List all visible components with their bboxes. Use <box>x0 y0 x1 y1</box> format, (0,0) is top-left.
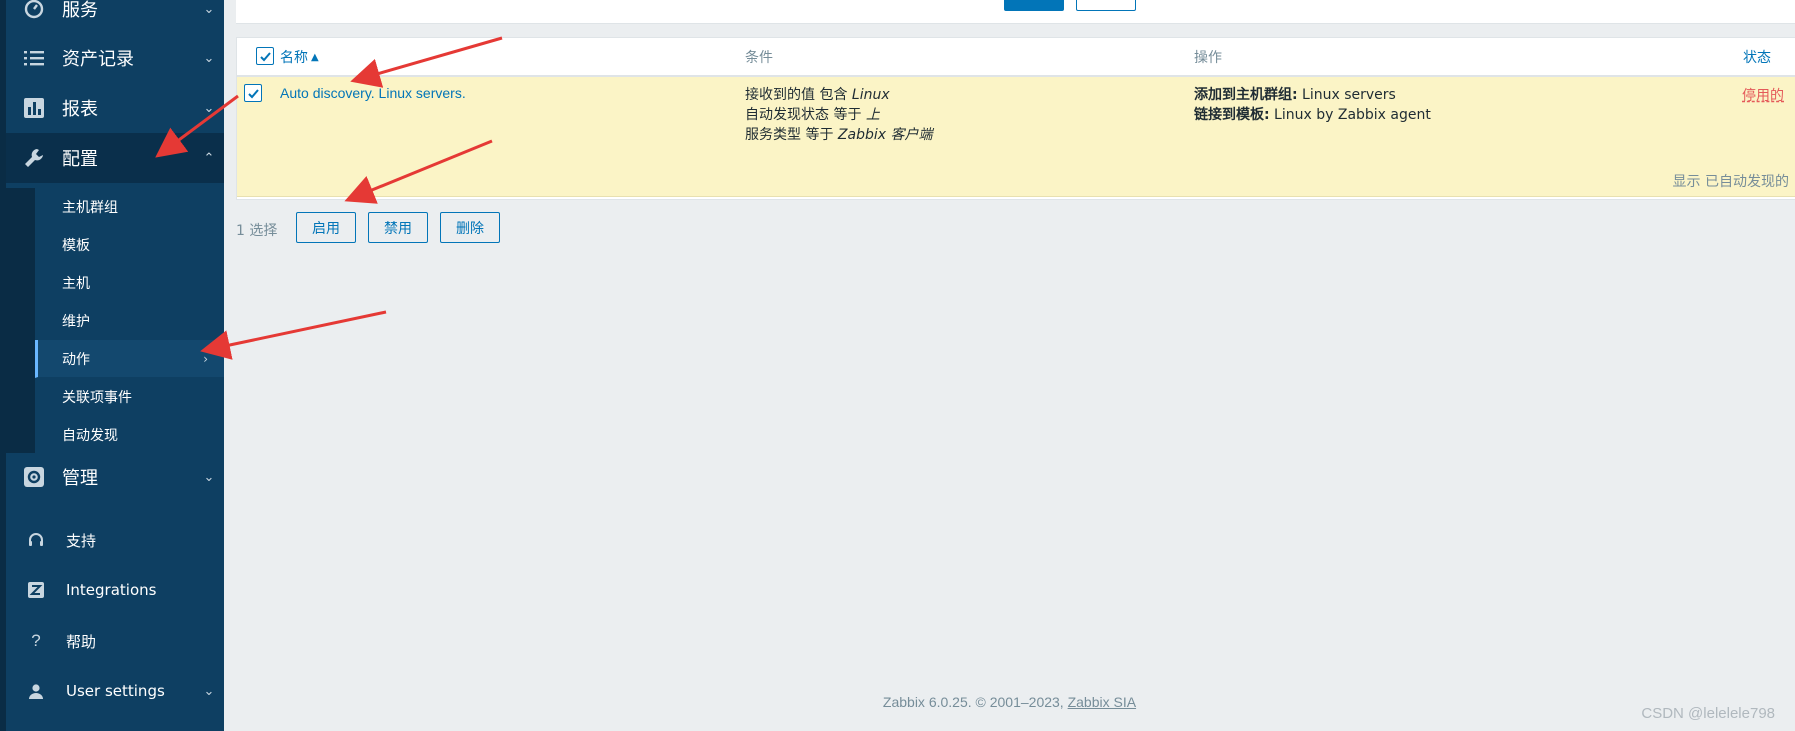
nav-support[interactable]: 支持 <box>6 517 224 563</box>
chevron-right-icon: › <box>203 351 208 366</box>
condition-line: 接收到的值 包含 Linux <box>745 84 890 104</box>
select-all-checkbox[interactable] <box>256 47 274 65</box>
condition-text: 自动发现状态 等于 <box>745 107 866 123</box>
nav-user-settings[interactable]: User settings ⌄ <box>6 668 224 714</box>
nav-configuration-label: 配置 <box>62 149 98 170</box>
bar-chart-icon <box>6 97 62 119</box>
nav-integrations[interactable]: Integrations <box>6 567 224 613</box>
operation-value: Linux servers <box>1297 87 1396 103</box>
status-toggle-link[interactable]: 停用的 <box>1742 85 1784 105</box>
checkmark-icon <box>259 51 271 61</box>
sidebar: 服务 ⌄ 资产记录 ⌄ 报表 ⌄ 配置 ⌃ 主机群组 模板 主机 维护 动作 › … <box>0 0 224 731</box>
nav-configuration[interactable]: 配置 ⌃ <box>6 133 224 183</box>
watermark: CSDN @lelelele798 <box>1641 705 1775 722</box>
condition-value: Linux <box>851 87 890 103</box>
footer-text: Zabbix 6.0.25. © 2001–2023, <box>882 694 1068 710</box>
condition-value: Zabbix 客户端 <box>837 127 933 143</box>
submenu-label: 主机群组 <box>62 199 118 216</box>
nav-inventory[interactable]: 资产记录 ⌄ <box>6 33 224 83</box>
operation-label: 添加到主机群组: <box>1194 87 1298 103</box>
submenu-host-groups[interactable]: 主机群组 <box>35 188 224 226</box>
footer-company-link[interactable]: Zabbix SIA <box>1068 694 1136 710</box>
nav-reports[interactable]: 报表 ⌄ <box>6 83 224 133</box>
checkmark-icon <box>247 88 259 98</box>
chevron-down-icon: ⌄ <box>203 1 215 16</box>
nav-services[interactable]: 服务 ⌄ <box>6 0 224 34</box>
column-header-conditions: 条件 <box>745 50 773 66</box>
operation-line: 添加到主机群组: Linux servers <box>1194 84 1396 104</box>
nav-inventory-label: 资产记录 <box>62 49 134 70</box>
submenu-label: 模板 <box>62 237 90 254</box>
nav-help[interactable]: ? 帮助 <box>6 618 224 664</box>
chevron-up-icon: ⌃ <box>203 150 215 165</box>
chevron-down-icon: ⌄ <box>203 683 215 698</box>
filter-apply-button[interactable] <box>1004 0 1064 11</box>
nav-support-label: 支持 <box>66 531 97 550</box>
submenu-event-correlation[interactable]: 关联项事件 <box>35 378 224 416</box>
chevron-down-icon: ⌄ <box>203 469 215 484</box>
table-row <box>237 77 1795 197</box>
disable-button[interactable]: 禁用 <box>368 212 428 243</box>
submenu-label: 关联项事件 <box>62 389 132 406</box>
nav-administration-label: 管理 <box>62 468 98 489</box>
row-checkbox[interactable] <box>244 84 262 102</box>
actions-table: 名称 ▲ 条件 操作 状态 Auto discovery. Linux serv… <box>236 37 1795 200</box>
condition-line: 服务类型 等于 Zabbix 客户端 <box>745 124 932 144</box>
zabbix-z-icon <box>6 582 66 598</box>
action-name-link[interactable]: Auto discovery. Linux servers. <box>280 85 466 101</box>
nav-integrations-label: Integrations <box>66 581 157 599</box>
column-header-operations: 操作 <box>1194 50 1222 66</box>
delete-button[interactable]: 删除 <box>440 212 500 243</box>
filter-panel <box>236 0 1795 24</box>
submenu-maintenance[interactable]: 维护 <box>35 302 224 340</box>
condition-value: 上 <box>865 107 880 123</box>
enable-button[interactable]: 启用 <box>296 212 356 243</box>
column-header-status[interactable]: 状态 <box>1743 38 1771 76</box>
wrench-icon <box>6 147 62 169</box>
user-icon <box>6 683 66 699</box>
submenu-actions[interactable]: 动作 › <box>35 340 224 378</box>
nav-user-settings-label: User settings <box>66 682 165 700</box>
operation-line: 链接到模板: Linux by Zabbix agent <box>1194 104 1431 124</box>
column-header-name-label: 名称 <box>280 50 308 66</box>
selected-count: 1 选择 <box>236 223 278 239</box>
nav-reports-label: 报表 <box>62 99 98 120</box>
submenu-hosts[interactable]: 主机 <box>35 264 224 302</box>
submenu-templates[interactable]: 模板 <box>35 226 224 264</box>
submenu-label: 自动发现 <box>62 428 118 444</box>
question-icon: ? <box>31 631 41 650</box>
list-icon <box>6 49 62 67</box>
operation-label: 链接到模板: <box>1194 107 1270 123</box>
operation-value: Linux by Zabbix agent <box>1269 107 1431 123</box>
nav-services-label: 服务 <box>62 0 98 21</box>
gear-icon <box>6 466 62 488</box>
main-content: 名称 ▲ 条件 操作 状态 Auto discovery. Linux serv… <box>224 0 1795 731</box>
services-icon <box>6 0 62 20</box>
submenu-label: 维护 <box>62 313 90 330</box>
headset-icon <box>6 532 66 548</box>
condition-line: 自动发现状态 等于 上 <box>745 104 880 124</box>
column-header-name[interactable]: 名称 ▲ <box>280 38 319 76</box>
chevron-down-icon: ⌄ <box>203 100 215 115</box>
page-footer: Zabbix 6.0.25. © 2001–2023, Zabbix SIA <box>224 694 1795 710</box>
submenu-label: 主机 <box>62 275 90 292</box>
nav-administration[interactable]: 管理 ⌄ <box>6 452 224 502</box>
chevron-down-icon: ⌄ <box>203 50 215 65</box>
submenu-discovery[interactable]: 自动发现 <box>35 416 224 454</box>
paging-info: 显示 已自动发现的 <box>1672 174 1789 190</box>
filter-reset-button[interactable] <box>1076 0 1136 11</box>
submenu-label: 动作 <box>62 351 90 368</box>
nav-help-label: 帮助 <box>66 632 97 651</box>
condition-text: 接收到的值 包含 <box>745 87 852 103</box>
condition-text: 服务类型 等于 <box>745 127 838 143</box>
sort-asc-icon: ▲ <box>311 51 319 63</box>
configuration-submenu: 主机群组 模板 主机 维护 动作 › 关联项事件 自动发现 <box>6 188 224 454</box>
